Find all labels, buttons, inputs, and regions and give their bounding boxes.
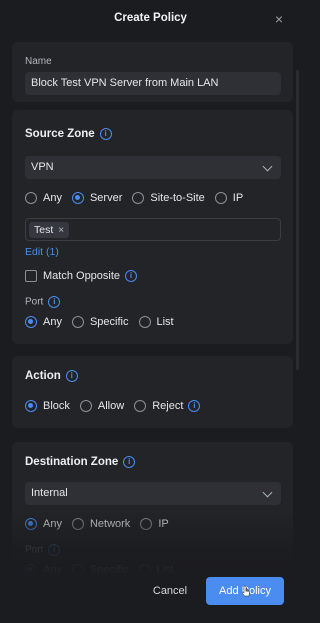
destination-port-radio-group: Any Specific List: [25, 564, 184, 576]
action-card: Action i Block Allow Reject i: [12, 356, 293, 428]
dialog-body[interactable]: Name Block Test VPN Server from Main LAN…: [0, 38, 301, 578]
dialog-header: Create Policy ×: [0, 0, 301, 38]
action-block-radio[interactable]: Block: [25, 400, 70, 412]
server-tag-input[interactable]: Test ×: [25, 218, 281, 241]
destination-zone-card: Destination Zone i Internal Any Network I…: [12, 442, 293, 578]
source-target-server-radio[interactable]: Server: [71, 192, 123, 204]
info-icon[interactable]: i: [99, 128, 112, 140]
server-tag: Test ×: [29, 222, 70, 238]
destination-target-network-radio[interactable]: Network: [71, 518, 131, 530]
action-radio-group: Block Allow Reject i: [25, 400, 210, 412]
source-zone-select[interactable]: VPN: [25, 156, 281, 179]
name-input[interactable]: Block Test VPN Server from Main LAN: [25, 72, 281, 95]
match-opposite-label: Match Opposite: [43, 270, 121, 282]
destination-zone-select-value: Internal: [31, 487, 68, 499]
match-opposite-checkbox[interactable]: [25, 270, 37, 282]
destination-zone-select[interactable]: Internal: [25, 482, 281, 505]
source-port-radio-group: Any Specific List: [25, 316, 184, 328]
radio-icon: [25, 192, 37, 204]
radio-label: Any: [43, 564, 62, 576]
destination-zone-title-text: Destination Zone: [25, 456, 119, 469]
radio-label: Server: [89, 192, 123, 204]
source-target-radio-group: Any Server Site-to-Site IP: [25, 192, 253, 204]
info-icon[interactable]: i: [48, 296, 61, 308]
radio-icon: [25, 400, 37, 412]
name-label: Name: [25, 56, 52, 67]
radio-label: Any: [43, 192, 62, 204]
radio-icon: [71, 564, 84, 576]
radio-label: Reject: [152, 400, 184, 412]
dialog-footer: Cancel Add Policy: [0, 577, 301, 623]
radio-icon: [25, 564, 37, 576]
info-icon[interactable]: i: [125, 270, 138, 282]
radio-icon: [25, 518, 37, 530]
radio-label: Block: [43, 400, 70, 412]
radio-label: Site-to-Site: [150, 192, 205, 204]
edit-servers-link[interactable]: Edit (1): [25, 246, 59, 258]
radio-label: Specific: [89, 564, 129, 576]
destination-port-label: Port i: [25, 544, 61, 556]
action-reject-radio[interactable]: Reject i: [134, 400, 201, 412]
source-target-site-to-site-radio[interactable]: Site-to-Site: [132, 192, 205, 204]
radio-icon: [71, 316, 84, 328]
source-port-any-radio[interactable]: Any: [25, 316, 62, 328]
mouse-cursor-icon: [241, 585, 250, 597]
info-icon[interactable]: i: [123, 456, 136, 468]
radio-label: List: [156, 564, 174, 576]
action-allow-radio[interactable]: Allow: [79, 400, 125, 412]
radio-label: Specific: [89, 316, 129, 328]
action-title-text: Action: [25, 370, 61, 383]
radio-label: IP: [232, 192, 244, 204]
action-title: Action i: [25, 370, 78, 382]
radio-label: Allow: [97, 400, 125, 412]
source-port-label-text: Port: [25, 296, 44, 308]
radio-icon: [214, 192, 227, 204]
radio-icon: [140, 518, 153, 530]
chevron-down-icon: [262, 161, 273, 172]
destination-target-radio-group: Any Network IP: [25, 518, 179, 530]
radio-label: List: [156, 316, 174, 328]
source-port-label: Port i: [25, 296, 61, 308]
remove-tag-icon[interactable]: ×: [58, 225, 64, 236]
info-icon[interactable]: i: [48, 544, 61, 556]
radio-icon: [25, 316, 37, 328]
source-zone-title-text: Source Zone: [25, 128, 95, 141]
source-target-ip-radio[interactable]: IP: [214, 192, 244, 204]
cancel-button[interactable]: Cancel: [143, 578, 197, 604]
info-icon[interactable]: i: [65, 370, 78, 382]
destination-port-any-radio[interactable]: Any: [25, 564, 62, 576]
destination-target-any-radio[interactable]: Any: [25, 518, 62, 530]
radio-icon: [79, 400, 92, 412]
radio-icon: [134, 400, 147, 412]
source-zone-card: Source Zone i VPN Any Server Site-to-Site…: [12, 110, 293, 344]
server-tag-label: Test: [34, 224, 54, 236]
radio-icon: [71, 518, 84, 530]
match-opposite-row[interactable]: Match Opposite i: [25, 270, 138, 282]
radio-icon: [132, 192, 145, 204]
radio-label: Network: [89, 518, 131, 530]
close-icon[interactable]: ×: [273, 12, 285, 26]
destination-zone-title: Destination Zone i: [25, 456, 136, 469]
source-zone-title: Source Zone i: [25, 128, 112, 140]
destination-target-ip-radio[interactable]: IP: [140, 518, 169, 530]
chevron-down-icon: [262, 487, 273, 498]
source-port-list-radio[interactable]: List: [138, 316, 174, 328]
radio-icon: [138, 564, 151, 576]
destination-port-label-text: Port: [25, 544, 44, 556]
name-card: Name Block Test VPN Server from Main LAN: [12, 42, 293, 102]
destination-port-list-radio[interactable]: List: [138, 564, 174, 576]
dialog-title: Create Policy: [114, 12, 187, 24]
radio-icon: [71, 192, 84, 204]
radio-icon: [138, 316, 151, 328]
source-target-any-radio[interactable]: Any: [25, 192, 62, 204]
info-icon[interactable]: i: [188, 400, 201, 412]
radio-label: Any: [43, 316, 62, 328]
destination-port-specific-radio[interactable]: Specific: [71, 564, 129, 576]
source-port-specific-radio[interactable]: Specific: [71, 316, 129, 328]
source-zone-select-value: VPN: [31, 161, 54, 173]
radio-label: IP: [158, 518, 169, 530]
radio-label: Any: [43, 518, 62, 530]
